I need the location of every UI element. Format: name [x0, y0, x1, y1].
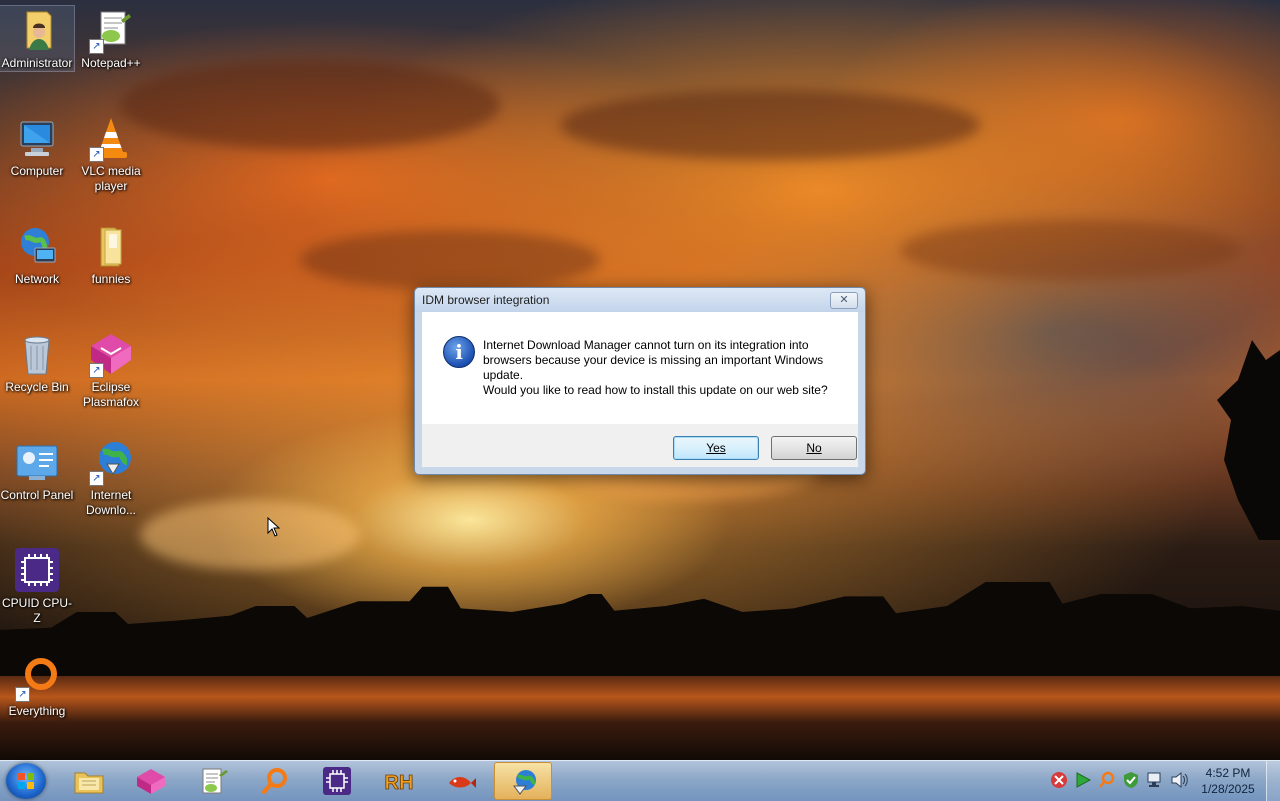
taskbar-everything[interactable] — [246, 762, 304, 800]
taskbar-plasmafox[interactable] — [122, 762, 180, 800]
message-line: browsers because your device is missing … — [483, 353, 824, 367]
everything-search-icon — [262, 768, 287, 794]
folder-icon — [87, 222, 135, 270]
no-button[interactable]: No — [771, 436, 857, 460]
desktop-icon-internet-download-manager[interactable]: ↗ Internet Downlo... — [74, 438, 148, 518]
desktop-icon-eclipse-plasmafox[interactable]: ↗ Eclipse Plasmafox — [74, 330, 148, 410]
clock-date: 1/28/2025 — [1201, 782, 1255, 796]
volume-icon[interactable] — [1169, 770, 1189, 790]
desktop-icon-cpu-z[interactable]: CPUID CPU-Z — [0, 546, 74, 626]
clock-time: 4:52 PM — [1205, 766, 1251, 780]
security-shield-icon[interactable] — [1121, 770, 1141, 790]
city-skyline — [0, 582, 1280, 678]
dialog-titlebar[interactable]: IDM browser integration ✕ — [415, 288, 865, 312]
file-explorer-icon — [74, 772, 104, 794]
idm-integration-dialog: IDM browser integration ✕ i Internet Dow… — [414, 287, 866, 475]
windows-logo-icon — [18, 773, 34, 789]
desktop-icon-funnies[interactable]: funnies — [74, 222, 148, 287]
desktop-icon-control-panel[interactable]: Control Panel — [0, 438, 74, 503]
mouse-cursor-icon — [267, 517, 281, 537]
desktop-icon-recycle-bin[interactable]: Recycle Bin — [0, 330, 74, 395]
taskbar-rh[interactable]: RH — [370, 762, 428, 800]
fish-icon — [449, 777, 476, 788]
vlc-cone-icon: ↗ — [87, 114, 135, 162]
tree-silhouette — [1217, 340, 1280, 540]
shortcut-arrow-icon: ↗ — [89, 147, 104, 162]
desktop-icon-network[interactable]: Network — [0, 222, 74, 287]
desktop-icon-administrator[interactable]: Administrator — [0, 5, 75, 72]
dialog-message: Internet Download Manager cannot turn on… — [483, 338, 843, 398]
dialog-title: IDM browser integration — [422, 293, 550, 307]
message-line: update. — [483, 368, 524, 382]
desktop-icon-computer[interactable]: Computer — [0, 114, 74, 179]
cpu-z-chip-icon — [13, 546, 61, 594]
computer-icon — [13, 114, 61, 162]
play-icon[interactable] — [1073, 770, 1093, 790]
shortcut-arrow-icon: ↗ — [89, 471, 104, 486]
message-line: Internet Download Manager cannot turn on… — [483, 338, 809, 352]
system-clock[interactable]: 4:52 PM 1/28/2025 — [1192, 765, 1264, 797]
close-icon: ✕ — [839, 293, 849, 306]
start-button[interactable] — [6, 763, 46, 799]
taskbar-file-explorer[interactable] — [60, 762, 118, 800]
idm-globe-icon — [513, 770, 536, 795]
info-icon: i — [443, 336, 475, 368]
notepad-plus-plus-icon — [202, 768, 228, 794]
message-line: Would you like to read how to install th… — [483, 383, 828, 397]
taskbar-fish-app[interactable] — [432, 762, 490, 800]
shortcut-arrow-icon: ↗ — [89, 39, 104, 54]
plasmafox-icon — [137, 769, 165, 794]
idm-tray-icon[interactable] — [1049, 770, 1069, 790]
everything-search-icon: ↗ — [13, 654, 61, 702]
search-tray-icon[interactable] — [1097, 770, 1117, 790]
lake-reflection — [0, 676, 1280, 760]
notepad-plus-plus-icon: ↗ — [87, 6, 135, 54]
cpu-z-chip-icon — [323, 767, 351, 795]
recycle-bin-icon — [13, 330, 61, 378]
taskbar-notepad-plus-plus[interactable] — [184, 762, 242, 800]
svg-text:RH: RH — [385, 772, 414, 794]
taskbar-internet-download-manager[interactable] — [494, 762, 552, 800]
plasmafox-icon: ↗ — [87, 330, 135, 378]
show-desktop-button[interactable] — [1266, 761, 1280, 801]
idm-globe-icon: ↗ — [87, 438, 135, 486]
dialog-body: i Internet Download Manager cannot turn … — [422, 312, 858, 424]
taskbar: RH 4:52 PM 1/28/2025 — [0, 760, 1280, 801]
desktop-icon-notepad-plus-plus[interactable]: ↗ Notepad++ — [74, 6, 148, 71]
user-folder-icon — [13, 6, 61, 54]
control-panel-icon — [13, 438, 61, 486]
dialog-button-bar: Yes No — [422, 424, 858, 467]
rh-icon: RH — [384, 772, 414, 795]
close-button[interactable]: ✕ — [830, 292, 858, 309]
shortcut-arrow-icon: ↗ — [89, 363, 104, 378]
network-globe-icon — [13, 222, 61, 270]
yes-button[interactable]: Yes — [673, 436, 759, 460]
taskbar-cpu-z[interactable] — [308, 762, 366, 800]
desktop-icon-vlc[interactable]: ↗ VLC media player — [74, 114, 148, 194]
network-tray-icon[interactable] — [1145, 770, 1165, 790]
shortcut-arrow-icon: ↗ — [15, 687, 30, 702]
desktop-icon-everything[interactable]: ↗ Everything — [0, 654, 74, 719]
